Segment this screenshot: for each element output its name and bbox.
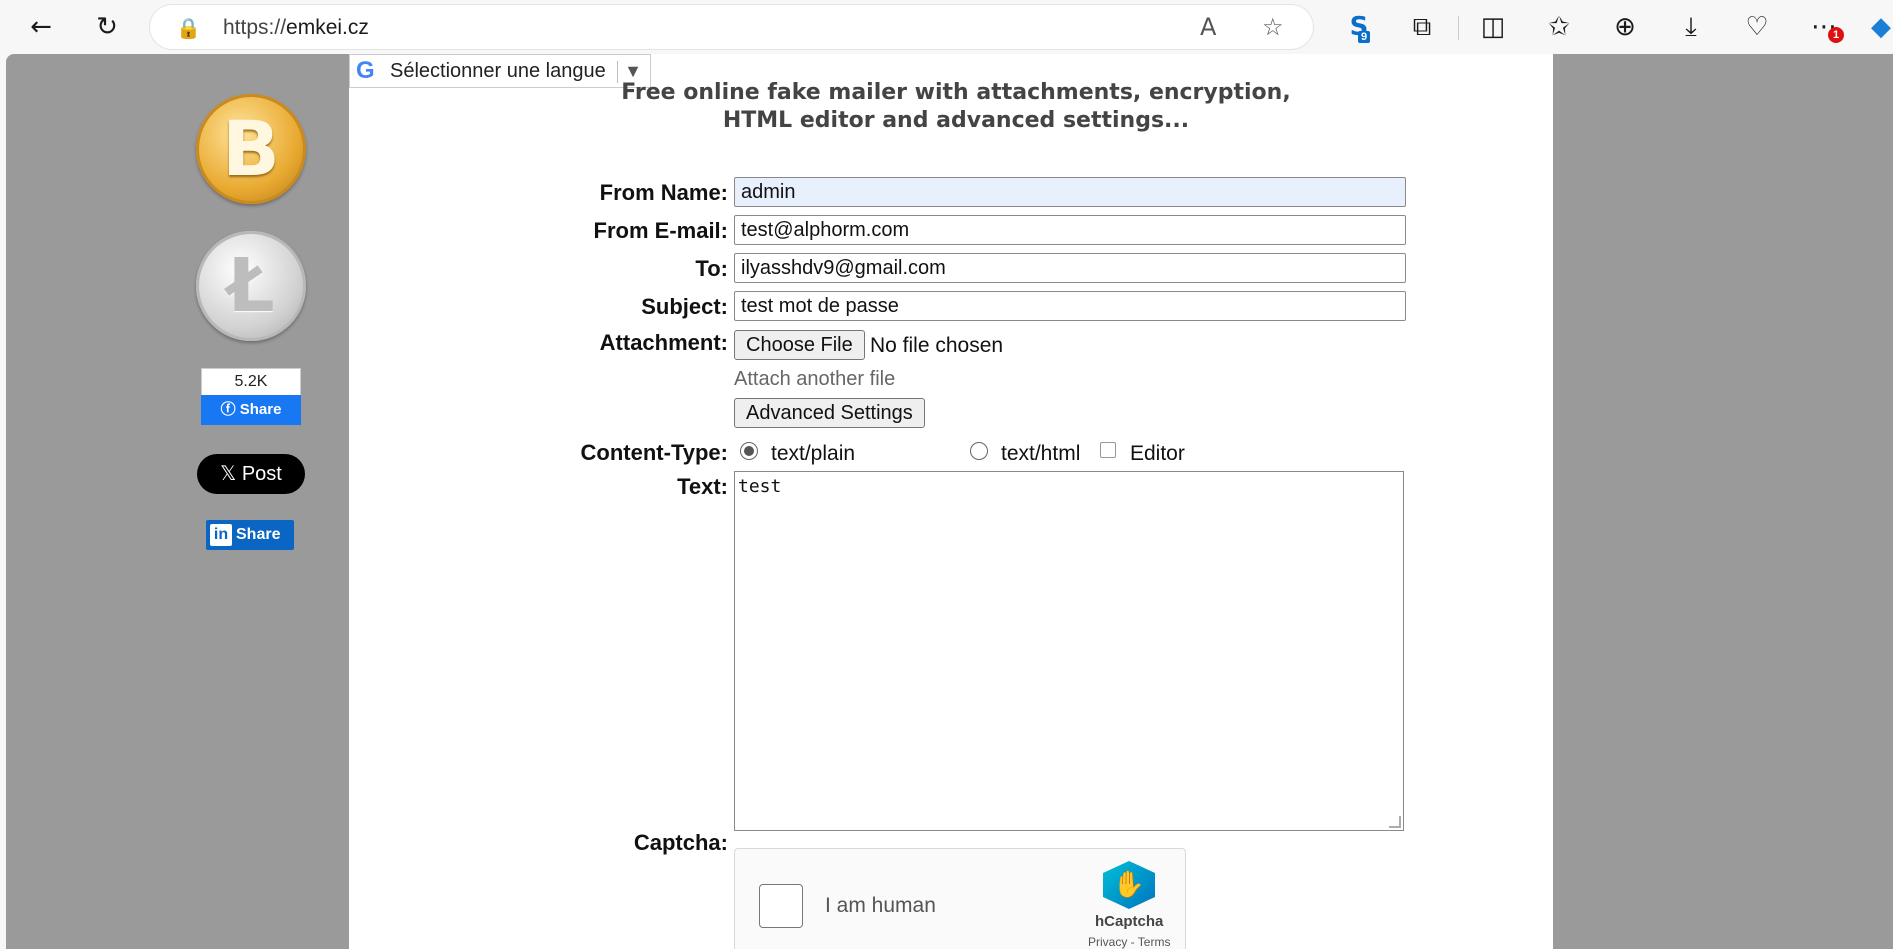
subject-input[interactable]: test mot de passe: [734, 291, 1406, 321]
url-text: https://emkei.cz: [223, 16, 369, 39]
refresh-icon[interactable]: ↻: [88, 8, 126, 46]
attachment-label: Attachment:: [599, 330, 728, 355]
hcaptcha-widget: I am human ✋ hCaptcha Privacy - Terms: [734, 848, 1186, 949]
captcha-label: Captcha:: [633, 830, 728, 855]
from-name-label: From Name:: [599, 180, 728, 205]
editor-checkbox[interactable]: [1100, 442, 1116, 458]
text-plain-label: text/plain: [771, 442, 856, 465]
hcaptcha-privacy-terms-links[interactable]: Privacy - Terms: [1088, 935, 1170, 949]
to-input[interactable]: ilyasshdv9@gmail.com: [734, 253, 1406, 283]
to-label: To:: [695, 256, 728, 281]
litecoin-icon[interactable]: Ł: [196, 231, 306, 341]
page-area: B Ł 5.2K ⓕ Share 𝕏 Post in Share G Sélect…: [6, 54, 1893, 949]
content-type-label: Content-Type:: [580, 440, 728, 465]
captcha-checkbox[interactable]: [759, 884, 803, 928]
lock-icon[interactable]: 🔒: [176, 16, 201, 40]
fb-share-count: 5.2K: [201, 368, 301, 395]
from-email-input[interactable]: test@alphorm.com: [734, 215, 1406, 245]
back-icon[interactable]: ←: [22, 8, 60, 46]
linkedin-share-button[interactable]: in Share: [206, 520, 294, 550]
facebook-icon: ⓕ: [220, 401, 240, 418]
bitcoin-icon[interactable]: B: [196, 94, 306, 204]
editor-label: Editor: [1130, 442, 1185, 465]
from-name-input[interactable]: admin: [734, 177, 1406, 207]
extension-badge: 9: [1358, 31, 1371, 43]
hcaptcha-logo-icon: ✋: [1103, 861, 1155, 909]
x-icon: 𝕏: [220, 463, 242, 485]
google-icon: G: [356, 57, 375, 84]
copilot-icon[interactable]: ◆: [1862, 8, 1893, 46]
address-bar[interactable]: 🔒 https://emkei.cz A ☆: [150, 5, 1313, 49]
choose-file-button[interactable]: Choose File: [734, 330, 865, 360]
no-file-chosen-text: No file chosen: [870, 334, 1004, 357]
favorite-star-icon[interactable]: ☆: [1262, 13, 1284, 41]
text-html-label: text/html: [1001, 442, 1081, 465]
captcha-checkbox-text: I am human: [825, 894, 936, 917]
facebook-share-widget[interactable]: 5.2K ⓕ Share: [201, 368, 301, 426]
subject-label: Subject:: [641, 294, 728, 319]
fb-share-label: Share: [239, 401, 282, 418]
text-plain-radio[interactable]: [740, 442, 758, 460]
advanced-settings-button[interactable]: Advanced Settings: [734, 398, 925, 428]
notification-badge: 1: [1828, 27, 1844, 43]
split-screen-icon[interactable]: ◫: [1474, 8, 1512, 46]
linkedin-icon: in: [210, 524, 232, 546]
read-aloud-icon[interactable]: A: [1200, 13, 1216, 41]
page-title-line2: HTML editor and advanced settings...: [722, 108, 1190, 133]
favorites-icon[interactable]: ✩: [1540, 8, 1578, 46]
x-post-label: Post: [241, 463, 282, 485]
downloads-icon[interactable]: ⤓: [1672, 8, 1710, 46]
linkedin-share-label: Share: [236, 526, 281, 543]
browser-essentials-icon[interactable]: ♡: [1738, 8, 1776, 46]
message-textarea[interactable]: test: [734, 471, 1404, 831]
fb-share-button[interactable]: ⓕ Share: [201, 395, 301, 425]
text-label: Text:: [677, 474, 728, 499]
collections-icon[interactable]: ⊕: [1606, 8, 1644, 46]
resize-handle[interactable]: [1389, 816, 1401, 828]
x-post-button[interactable]: 𝕏 Post: [197, 454, 305, 494]
hcaptcha-brand: hCaptcha: [1095, 913, 1164, 930]
extensions-icon[interactable]: ⧉: [1403, 8, 1441, 46]
from-email-label: From E-mail:: [593, 218, 728, 243]
toolbar-divider: [1458, 16, 1459, 40]
page-title-line1: Free online fake mailer with attachments…: [621, 80, 1291, 105]
attach-another-file-link[interactable]: Attach another file: [734, 368, 895, 391]
language-selector-label: Sélectionner une langue: [390, 60, 606, 82]
browser-toolbar: ← ↻ 🔒 https://emkei.cz A ☆ S 9 ⧉ ◫ ✩ ⊕ ⤓…: [0, 0, 1893, 54]
message-text: test: [738, 476, 782, 497]
text-html-radio[interactable]: [970, 442, 988, 460]
page-title: Free online fake mailer with attachments…: [606, 79, 1306, 135]
